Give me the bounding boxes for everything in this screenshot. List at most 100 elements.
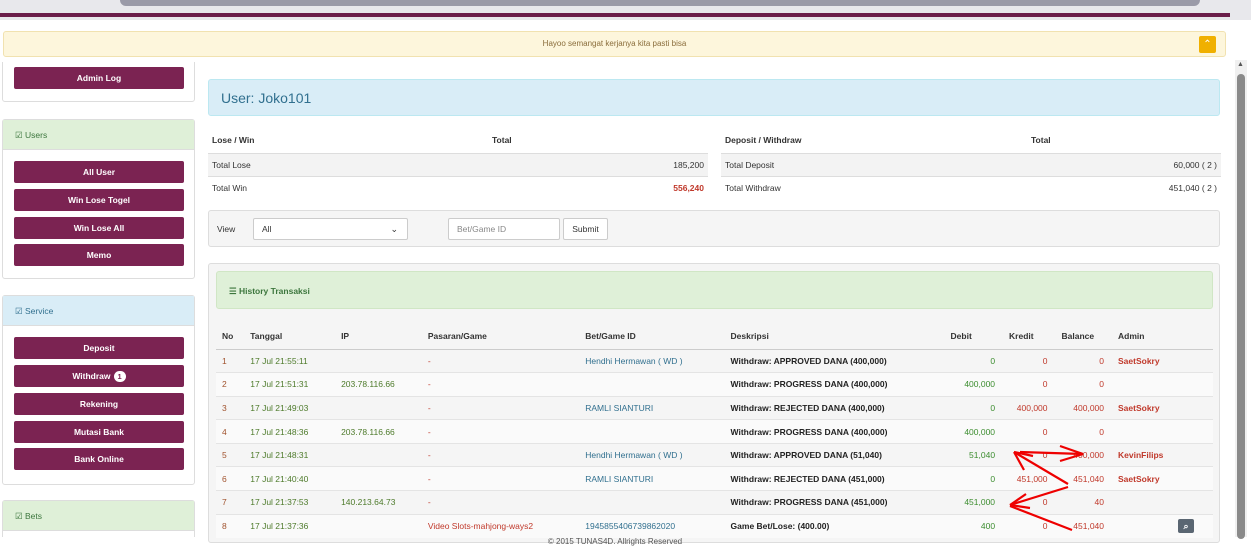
column-header: Bet/Game ID [579,323,725,350]
table-row[interactable]: 5 17 Jul 21:48:31 - Hendhi Hermawan ( WD ) W… [216,442,1213,467]
table-header-row: No Tanggal IP Pasaran/Game Bet/Game ID Deskri… [216,323,1213,350]
cell-admin[interactable]: ⌕ [1112,513,1213,538]
cell-ip: 203.78.116.66 [335,372,422,397]
admin-log-button[interactable]: Admin Log [14,67,184,89]
win-lose-togel-button[interactable]: Win Lose Togel [14,189,184,211]
scroll-up-icon[interactable]: ▲ [1237,61,1244,68]
cell-bet[interactable]: Hendhi Hermawan ( WD ) [579,348,725,373]
cell-kredit: 0 [1003,348,1056,373]
table-row[interactable]: 6 17 Jul 21:40:40 - RAMLI SIANTURI Withdraw:… [216,466,1213,491]
cell-bet[interactable]: Hendhi Hermawan ( WD ) [579,442,725,467]
cell-desc: Withdraw: APPROVED DANA (400,000) [724,348,945,373]
view-select[interactable]: All ⌄ [253,218,408,240]
cell-admin[interactable]: KevinFilips [1112,442,1213,467]
cell-admin[interactable]: SaetSokry [1112,395,1213,420]
column-header: Tanggal [244,323,336,350]
cell-pasaran: - [421,419,580,444]
users-title: Users [25,130,48,140]
cell-balance: 40 [1055,490,1113,515]
scrollbar[interactable]: ▲ [1235,60,1247,539]
chevron-up-icon[interactable]: ⌃ [1199,36,1216,53]
cell-bet[interactable]: RAMLI SIANTURI [579,466,725,491]
cell-no: 6 [216,466,245,491]
cell-tanggal: 17 Jul 21:40:40 [244,466,336,491]
total-win-value: 556,240 [488,175,708,199]
rekening-button[interactable]: Rekening [14,393,184,415]
table-row[interactable]: 1 17 Jul 21:55:11 - Hendhi Hermawan ( WD ) W… [216,348,1213,373]
column-header: Admin [1112,323,1213,350]
table-row[interactable]: 7 17 Jul 21:37:53 140.213.64.73- Withdraw: … [216,490,1213,515]
cell-admin[interactable] [1112,490,1213,515]
all-user-button[interactable]: All User [14,161,184,183]
deposit-withdraw-table: Deposit / Withdraw Total Total Deposit 60,… [721,128,1221,199]
cell-balance: 400,000 [1055,395,1113,420]
cell-pasaran: Video Slots-mahjong-ways2 [421,513,580,538]
cell-bet[interactable]: RAMLI SIANTURI [579,395,725,420]
cell-bet[interactable] [579,372,725,397]
cell-bet[interactable] [579,490,725,515]
scrollbar-thumb[interactable] [1237,74,1245,539]
cell-ip: 203.78.116.66 [335,419,422,444]
view-label: View [217,224,236,234]
memo-button[interactable]: Memo [14,244,184,266]
cell-ip: 140.213.64.73 [335,490,422,515]
total-lose-label: Total Lose [208,152,488,176]
table-row[interactable]: 2 17 Jul 21:51:31 203.78.116.66- Withdraw: … [216,372,1213,397]
cell-admin[interactable] [1112,419,1213,444]
top-image-strip [120,0,1200,6]
sidebar: Admin Log ☑ Users All User Win Lose Toge… [2,62,195,537]
lose-win-header: Lose / Win [212,135,255,146]
table-row[interactable]: 3 17 Jul 21:49:03 - RAMLI SIANTURI Withdraw:… [216,395,1213,420]
cell-debit: 0 [944,466,1004,491]
table-row[interactable]: 4 17 Jul 21:48:36 203.78.116.66- Withdraw: … [216,419,1213,444]
cell-ip [335,513,422,538]
column-header: Pasaran/Game [421,323,580,350]
cell-no: 7 [216,490,245,515]
search-icon[interactable]: ⌕ [1178,519,1195,534]
cell-balance: 400,000 [1055,442,1113,467]
bank-online-button[interactable]: Bank Online [14,448,184,470]
submit-button[interactable]: Submit [563,218,608,240]
cell-debit: 451,000 [944,490,1004,515]
column-header: IP [335,323,422,350]
table-row[interactable]: 8 17 Jul 21:37:36 Video Slots-mahjong-ways… [216,513,1213,538]
filter-bar: View All ⌄ Bet/Game ID Submit [208,210,1220,247]
column-header: Debit [944,323,1004,350]
cell-no: 2 [216,372,245,397]
bet-game-id-input[interactable]: Bet/Game ID [448,218,560,240]
cell-desc: Withdraw: PROGRESS DANA (400,000) [724,419,945,444]
total-lose-value: 185,200 [488,152,708,176]
edit-icon: ☑ [15,130,23,140]
cell-no: 8 [216,513,245,538]
cell-bet[interactable]: 1945855406739862020 [579,513,725,538]
edit-icon: ☑ [15,306,23,316]
withdraw-label: Withdraw [72,371,111,381]
total-withdraw-value: 451,040 ( 2 ) [1027,175,1221,199]
history-title: History Transaksi [239,286,310,296]
column-header: Deskripsi [724,323,945,350]
cell-tanggal: 17 Jul 21:37:36 [244,513,336,538]
cell-bet[interactable] [579,419,725,444]
withdraw-button[interactable]: Withdraw 1 [14,365,184,387]
cell-no: 3 [216,395,245,420]
cell-pasaran: - [421,395,580,420]
brand-strip [0,13,1230,17]
cell-no: 5 [216,442,245,467]
cell-admin[interactable] [1112,372,1213,397]
lose-win-table: Lose / Win Total Total Lose 185,200 Total … [208,128,708,199]
cell-admin[interactable]: SaetSokry [1112,348,1213,373]
footer-text: © 2015 TUNAS4D. Allrights Reserved [547,537,683,546]
cell-kredit: 0 [1003,419,1056,444]
cell-kredit: 400,000 [1003,395,1056,420]
mutasi-bank-button[interactable]: Mutasi Bank [14,421,184,443]
admin-panel: Admin Log [2,62,195,102]
deposit-button[interactable]: Deposit [14,337,184,359]
win-lose-all-button[interactable]: Win Lose All [14,217,184,239]
cell-ip [335,395,422,420]
cell-kredit: 451,000 [1003,466,1056,491]
cell-desc: Withdraw: PROGRESS DANA (451,000) [724,490,945,515]
browser-top-strip [0,0,1251,20]
cell-tanggal: 17 Jul 21:37:53 [244,490,336,515]
cell-admin[interactable]: SaetSokry [1112,466,1213,491]
cell-debit: 0 [944,348,1004,373]
